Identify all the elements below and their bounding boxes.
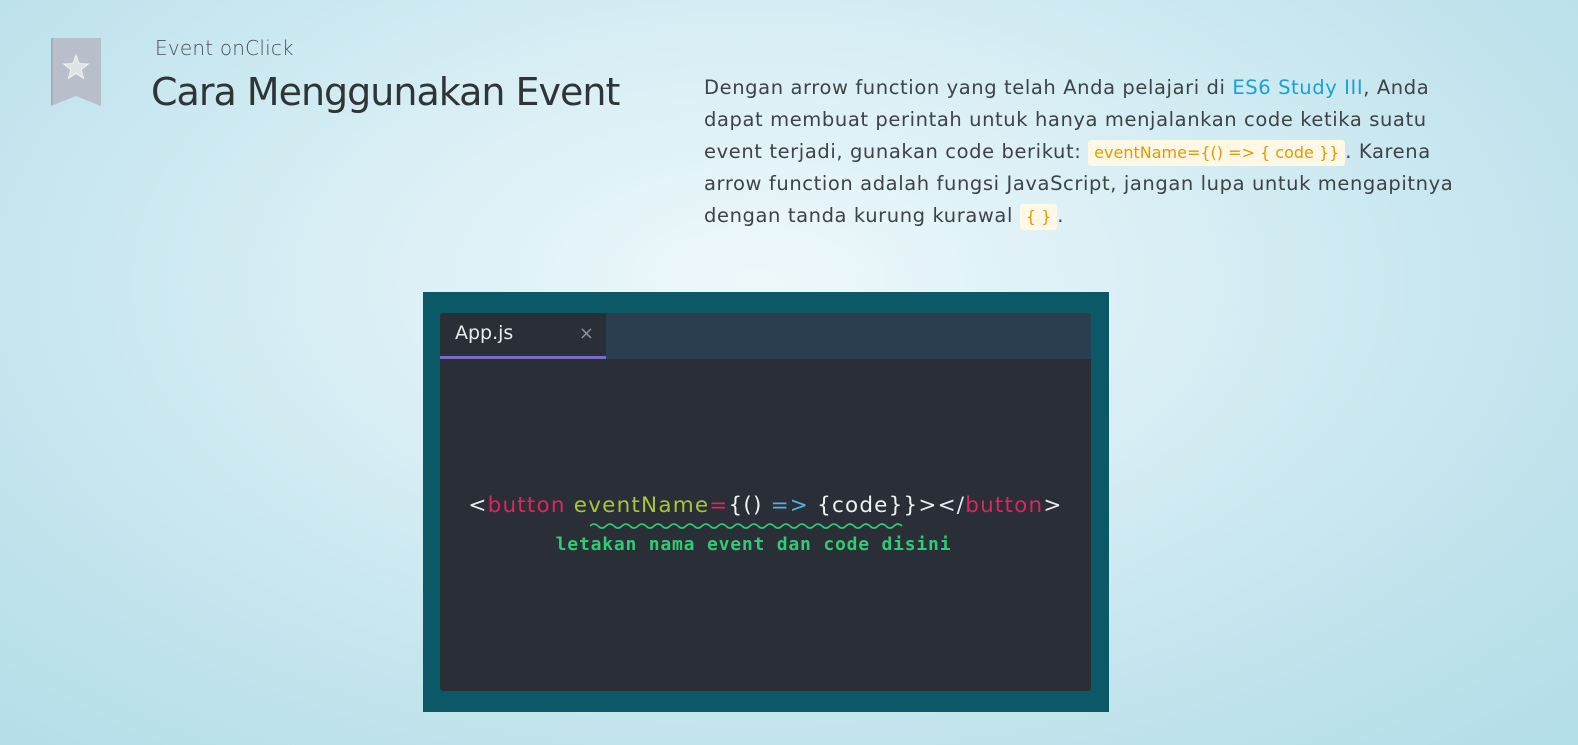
code-token: {()	[728, 493, 763, 518]
code-annotation: letakan nama event dan code disini	[555, 534, 952, 555]
tab-bar: App.js ×	[440, 313, 1091, 359]
code-editor: App.js × <button eventName={() => {code}…	[440, 313, 1091, 691]
code-token-tag: button	[487, 493, 566, 518]
code-token-attr: eventName	[573, 493, 710, 518]
tab-label: App.js	[455, 322, 514, 344]
paragraph-text: Dengan arrow function yang telah Anda pe…	[704, 76, 1233, 99]
code-editor-frame: App.js × <button eventName={() => {code}…	[423, 292, 1109, 712]
bookmark-icon[interactable]	[51, 38, 101, 106]
es6-study-link[interactable]: ES6 Study III	[1232, 76, 1363, 99]
code-token: <	[468, 493, 488, 518]
code-token: =	[709, 493, 729, 518]
section-subtitle: Event onClick	[155, 36, 294, 60]
inline-code: { }	[1019, 204, 1058, 230]
code-token-tag: button	[965, 493, 1044, 518]
code-token: >	[1043, 493, 1063, 518]
close-icon[interactable]: ×	[579, 323, 594, 344]
squiggle-underline	[590, 522, 903, 530]
tab-app-js[interactable]: App.js ×	[440, 313, 606, 359]
code-token: {code}}	[817, 493, 919, 518]
code-token-arrow: =>	[770, 493, 810, 518]
paragraph-text: .	[1057, 204, 1065, 227]
description-paragraph: Dengan arrow function yang telah Anda pe…	[704, 72, 1464, 232]
code-line: <button eventName={() => {code}}></butto…	[440, 493, 1091, 518]
page-title: Cara Menggunakan Event	[151, 70, 620, 114]
code-token: ></	[918, 493, 966, 518]
inline-code: eventName={() => { code }}	[1088, 140, 1346, 166]
